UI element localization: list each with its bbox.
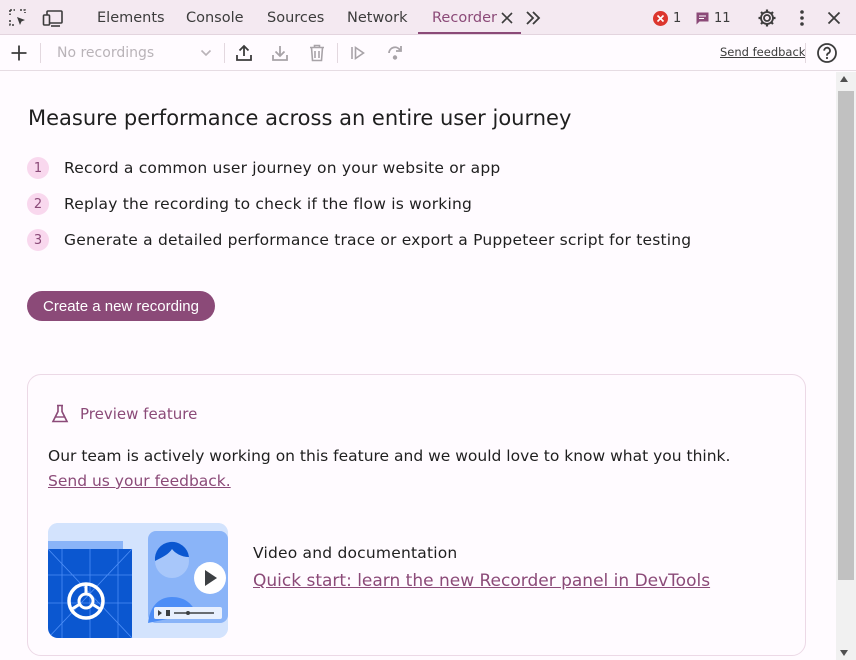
step-item: 3 Generate a detailed performance trace … [27,229,691,251]
tab-sources-label: Sources [267,9,325,26]
more-tabs-icon[interactable] [521,6,545,30]
devtools-tab-bar: Elements Console Sources Network Recorde… [0,0,856,35]
scrollbar-thumb[interactable] [838,91,854,580]
step-item: 2 Replay the recording to check if the f… [27,193,472,215]
quick-start-link[interactable]: Quick start: learn the new Recorder pane… [253,571,710,591]
tab-network[interactable]: Network [347,0,408,35]
page-headline: Measure performance across an entire use… [28,106,572,130]
toolbar-divider [337,43,338,63]
scroll-up-arrow-icon[interactable] [840,76,848,82]
chevron-down-icon [200,47,212,63]
error-count-badge[interactable]: 1 [653,8,681,28]
step-item: 1 Record a common user journey on your w… [27,157,500,179]
tab-elements-label: Elements [97,9,165,26]
recorder-toolbar: No recordings Send feedback [0,35,856,71]
step-number: 1 [27,157,49,179]
toolbar-divider [224,43,225,63]
tab-elements[interactable]: Elements [97,0,165,35]
step-text: Generate a detailed performance trace or… [64,231,692,249]
delete-icon[interactable] [305,41,329,65]
tab-console-label: Console [186,9,244,26]
toolbar-divider [805,43,806,63]
video-docs-label: Video and documentation [253,544,458,562]
message-icon [695,11,710,26]
active-tab-indicator [418,32,521,34]
message-count-badge[interactable]: 11 [695,8,731,28]
download-icon[interactable] [268,41,292,65]
inspect-element-icon[interactable] [6,6,30,30]
flask-icon [51,404,69,428]
step-text: Record a common user journey on your web… [64,159,501,177]
replay-icon[interactable] [346,41,370,65]
error-count: 1 [673,10,682,26]
export-icon[interactable] [232,41,256,65]
more-vertical-icon[interactable] [790,6,814,30]
toolbar-divider [40,43,41,63]
send-us-feedback-link[interactable]: Send us your feedback. [48,472,231,490]
scroll-down-arrow-icon[interactable] [840,650,848,656]
step-number: 2 [27,193,49,215]
create-recording-button[interactable]: Create a new recording [27,291,215,321]
recording-select-value: No recordings [57,45,155,61]
tab-recorder[interactable]: Recorder [432,0,497,35]
tab-network-label: Network [347,9,408,26]
close-devtools-icon[interactable] [822,6,846,30]
message-count: 11 [714,10,731,26]
step-text: Replay the recording to check if the flo… [64,195,473,213]
video-thumbnail[interactable] [48,523,228,638]
preview-feature-text: Our team is actively working on this fea… [48,444,768,494]
device-toolbar-icon[interactable] [41,6,65,30]
step-over-icon[interactable] [383,41,407,65]
settings-icon[interactable] [755,6,779,30]
preview-body-text: Our team is actively working on this fea… [48,447,731,465]
preview-feature-title: Preview feature [80,405,198,423]
close-tab-icon[interactable] [495,6,519,30]
tab-console[interactable]: Console [186,0,244,35]
step-number: 3 [27,229,49,251]
add-icon[interactable] [7,41,31,65]
tab-recorder-label: Recorder [432,9,497,26]
send-feedback-link[interactable]: Send feedback [720,45,805,59]
error-icon [653,10,668,26]
tab-sources[interactable]: Sources [267,0,324,35]
help-icon[interactable] [815,41,839,65]
recording-select[interactable]: No recordings [48,39,220,67]
